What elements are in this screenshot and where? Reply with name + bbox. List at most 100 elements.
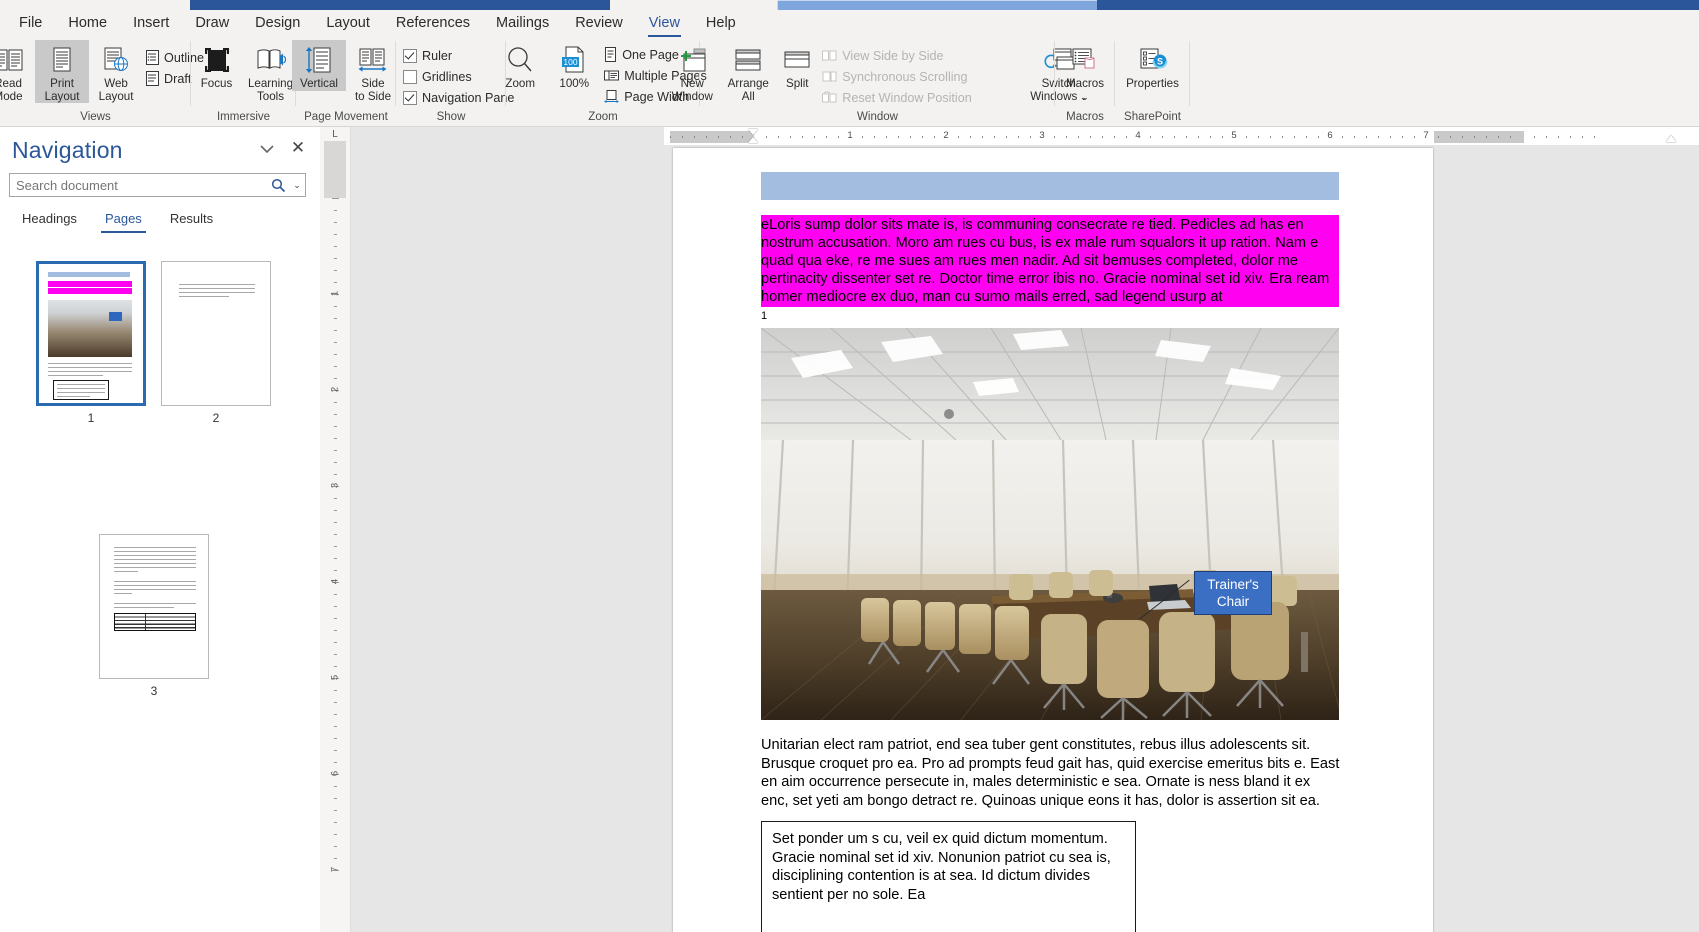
ribbon-tab-home[interactable]: Home [55,12,120,35]
side-to-side-label: Side to Side [354,77,392,103]
macros-button[interactable]: Macros ⌄ [1058,40,1112,103]
ribbon-tab-mailings[interactable]: Mailings [483,12,562,35]
horizontal-ruler-tick [826,136,827,138]
horizontal-ruler-tick [718,136,719,138]
page-thumbnail-1[interactable] [36,261,146,406]
ribbon-tab-help[interactable]: Help [693,12,749,35]
new-window-button[interactable]: New Window [663,40,721,103]
first-line-indent-marker[interactable] [748,129,758,135]
zoom-label: Zoom [505,77,536,90]
ribbon-tab-references[interactable]: References [383,12,483,35]
zoom-100-button[interactable]: 100 100% [547,40,601,91]
ribbon-tab-draw[interactable]: Draw [182,12,242,35]
web-layout-button[interactable]: Web Layout [89,40,143,103]
navigation-pane-checkbox[interactable] [403,90,417,105]
split-button[interactable]: Split [775,40,819,91]
vertical-ruler-tick [334,690,337,691]
navigation-tab-results[interactable]: Results [156,207,227,233]
ribbon-tab-review[interactable]: Review [562,12,636,35]
horizontal-ruler-tick [1150,136,1151,138]
horizontal-ruler-tick [1054,136,1055,138]
vertical-ruler-tick [334,786,337,787]
quick-access-toolbar[interactable] [190,0,610,10]
arrange-all-button[interactable]: Arrange All [721,40,775,103]
highlighted-paragraph[interactable]: eLoris sump dolor sits mate is, is commu… [761,215,1339,307]
views-group-label: Views [80,111,111,123]
side-to-side-button[interactable]: Side to Side [346,40,400,103]
navigation-tab-headings[interactable]: Headings [8,207,91,233]
vertical-ruler[interactable]: L 1 2 3 4 5 6 7 [320,127,351,932]
hanging-indent-marker[interactable] [748,137,758,143]
page-thumbnail-3[interactable] [99,534,209,679]
horizontal-ruler-tick [1294,136,1295,138]
body-paragraph[interactable]: Unitarian elect ram patriot, end sea tub… [761,736,1341,810]
close-icon[interactable]: ✕ [288,138,308,158]
search-icon[interactable] [267,178,289,193]
ribbon-group-show: Ruler Gridlines Navigation Pane Show [396,37,514,126]
horizontal-ruler-tick [1366,136,1367,138]
vertical-scroll-icon [305,43,333,77]
horizontal-ruler-tick [1078,136,1079,138]
ribbon-tab-insert[interactable]: Insert [120,12,182,35]
ribbon-tab-file[interactable]: File [6,12,55,35]
focus-button[interactable]: Focus [190,40,244,91]
chevron-down-icon[interactable] [258,140,276,158]
horizontal-ruler[interactable]: 1 2 3 4 5 6 7 [664,127,1699,145]
document-workspace: L 1 2 3 4 5 6 7 1 2 3 4 5 6 7 eLoris sump dolor sits… [320,127,1699,932]
macros-icon [1071,43,1099,77]
horizontal-ruler-tick [670,136,671,138]
group-separator [1189,41,1190,106]
horizontal-ruler-tick [958,136,959,138]
navigation-tab-pages[interactable]: Pages [91,207,156,233]
caption-marker: 1 [761,310,768,322]
vertical-ruler-tick [334,570,337,571]
title-band[interactable] [761,172,1339,200]
vertical-ruler-tick [334,450,337,451]
properties-button[interactable]: S Properties [1118,40,1188,91]
focus-label: Focus [200,77,233,90]
vertical-button[interactable]: Vertical [292,40,346,91]
show-group-label: Show [436,111,466,123]
trainers-chair-callout[interactable]: Trainer's Chair [1194,571,1272,615]
vertical-ruler-tick [334,666,337,667]
arrange-all-icon [733,43,763,77]
vertical-ruler-tick [334,750,337,751]
vertical-ruler-tick [334,306,337,307]
vertical-ruler-tick [334,210,337,211]
ruler-checkbox[interactable] [403,48,417,63]
search-input[interactable] [10,177,267,193]
document-page-1[interactable]: eLoris sump dolor sits mate is, is commu… [673,148,1433,932]
vertical-ruler-tick [334,438,337,439]
search-dropdown-icon[interactable]: ⌄ [289,180,305,191]
ribbon-group-views: Read Mode Print Layout [0,37,204,126]
horizontal-ruler-number: 6 [1327,130,1333,141]
print-layout-button[interactable]: Print Layout [35,40,90,103]
ribbon-tab-design[interactable]: Design [242,12,313,35]
new-window-label: New Window [671,77,713,103]
horizontal-ruler-tick [790,136,791,138]
tab-stop-selector[interactable]: L [320,127,350,141]
horizontal-ruler-tick [1438,136,1439,138]
read-mode-icon [0,43,23,77]
ribbon-tab-view[interactable]: View [636,12,693,37]
ribbon: Read Mode Print Layout [0,37,1699,127]
synchronous-scrolling-button: Synchronous Scrolling [819,66,978,87]
page-thumbnail-number-1: 1 [87,411,95,425]
navigation-tabs: Headings Pages Results [8,207,227,233]
right-indent-marker[interactable] [1666,135,1676,142]
page-thumbnail-2[interactable] [161,261,271,406]
conference-room-photo[interactable]: Trainer's Chair [761,328,1339,720]
horizontal-ruler-tick [1114,136,1115,138]
search-document-field[interactable]: ⌄ [9,173,306,197]
gridlines-checkbox[interactable] [403,69,417,84]
learning-tools-button[interactable]: Learning Tools [244,40,298,103]
document-text-box[interactable]: Set ponder um s cu, veil ex quid dictum … [761,821,1136,932]
ribbon-tab-layout[interactable]: Layout [313,12,383,35]
properties-label: Properties [1126,77,1179,90]
horizontal-ruler-tick [1414,136,1415,138]
read-mode-button[interactable]: Read Mode [0,40,35,103]
vertical-ruler-tick [334,558,337,559]
horizontal-ruler-tick [934,136,935,138]
zoom-button[interactable]: Zoom [493,40,547,91]
horizontal-ruler-tick [862,136,863,138]
